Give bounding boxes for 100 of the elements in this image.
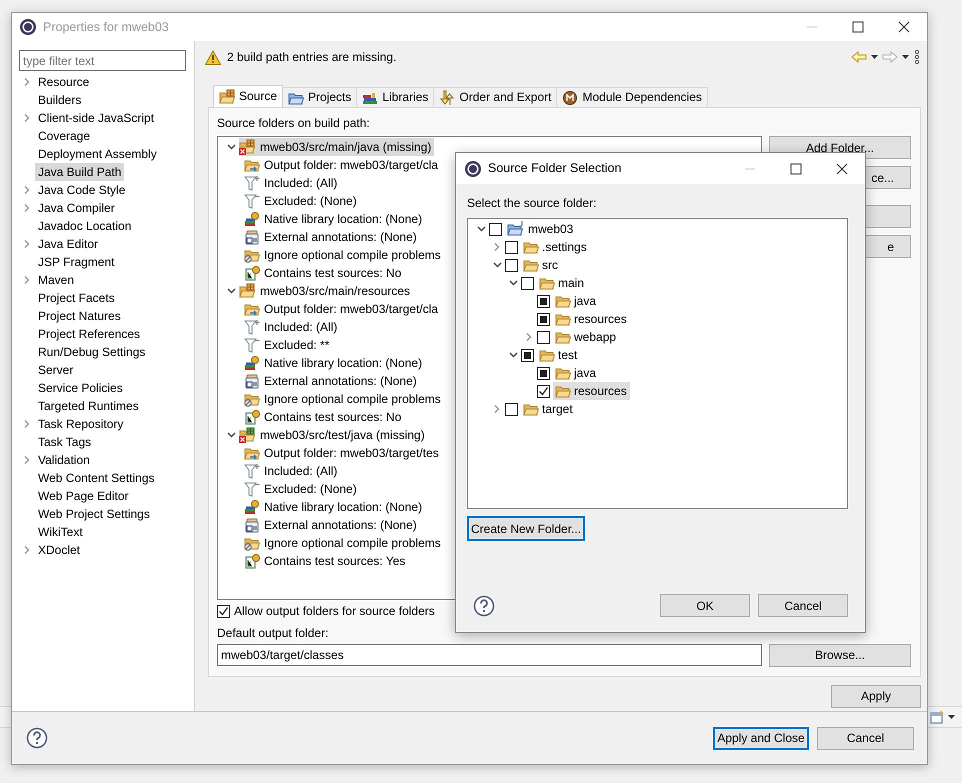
maximize-icon[interactable] bbox=[790, 162, 802, 174]
tree-item[interactable]: Native library location: (None) bbox=[244, 210, 426, 228]
close-icon[interactable] bbox=[898, 21, 910, 33]
tree-item[interactable]: target bbox=[521, 400, 576, 418]
tree-item[interactable]: mweb03/src/main/resources bbox=[239, 282, 414, 300]
tree-item[interactable]: External annotations: (None) bbox=[244, 516, 420, 534]
category-item[interactable]: Client-side JavaScript bbox=[35, 109, 158, 127]
checkbox[interactable] bbox=[489, 222, 502, 236]
category-item[interactable]: Java Compiler bbox=[35, 199, 118, 217]
category-item[interactable]: Javadoc Location bbox=[35, 217, 134, 235]
category-item[interactable]: Run/Debug Settings bbox=[35, 343, 148, 361]
tree-item[interactable]: java bbox=[553, 292, 600, 310]
category-item[interactable]: Web Page Editor bbox=[35, 487, 132, 505]
tab[interactable]: Order and Export bbox=[433, 87, 558, 107]
tree-item[interactable]: mweb03/src/test/java (missing) bbox=[239, 426, 428, 444]
tree-item[interactable]: Ignore optional compile problems bbox=[244, 246, 444, 264]
tree-item[interactable]: Included: (All) bbox=[244, 462, 340, 480]
maximize-icon[interactable] bbox=[852, 21, 864, 33]
category-item[interactable]: Web Content Settings bbox=[35, 469, 158, 487]
category-item[interactable]: Maven bbox=[35, 271, 78, 289]
checkbox[interactable] bbox=[537, 384, 550, 398]
tree-item[interactable]: .settings bbox=[521, 238, 590, 256]
category-item[interactable]: Server bbox=[35, 361, 76, 379]
annotation-jar-icon bbox=[244, 517, 260, 534]
tree-item[interactable]: webapp bbox=[553, 328, 620, 346]
tab[interactable]: Source bbox=[213, 85, 284, 107]
caret-icon[interactable] bbox=[871, 54, 878, 60]
tree-item[interactable]: Contains test sources: No bbox=[244, 408, 404, 426]
category-item[interactable]: Validation bbox=[35, 451, 93, 469]
checkbox[interactable] bbox=[537, 366, 550, 380]
tree-item[interactable]: Excluded: ** bbox=[244, 336, 332, 354]
tree-item[interactable]: Contains test sources: Yes bbox=[244, 552, 408, 570]
category-item[interactable]: Task Tags bbox=[35, 433, 94, 451]
tree-item[interactable]: mweb03 bbox=[505, 220, 576, 238]
tree-item[interactable]: Contains test sources: No bbox=[244, 264, 404, 282]
category-item[interactable]: Task Repository bbox=[35, 415, 126, 433]
category-item[interactable]: Targeted Runtimes bbox=[35, 397, 142, 415]
category-item[interactable]: JSP Fragment bbox=[35, 253, 118, 271]
category-item[interactable]: Java Code Style bbox=[35, 181, 128, 199]
ok-button[interactable]: OK bbox=[660, 594, 750, 618]
category-item[interactable]: Java Editor bbox=[35, 235, 102, 253]
tree-item[interactable]: External annotations: (None) bbox=[244, 228, 420, 246]
checkbox[interactable] bbox=[521, 276, 534, 290]
category-item[interactable]: Coverage bbox=[35, 127, 94, 145]
tree-item[interactable]: Output folder: mweb03/target/tes bbox=[244, 444, 442, 462]
tab[interactable]: Libraries bbox=[356, 87, 434, 107]
tree-item[interactable]: Native library location: (None) bbox=[244, 354, 426, 372]
tree-item[interactable]: Excluded: (None) bbox=[244, 480, 360, 498]
tree-item[interactable]: Output folder: mweb03/target/cla bbox=[244, 156, 442, 174]
tree-item[interactable]: Output folder: mweb03/target/cla bbox=[244, 300, 442, 318]
filter-field[interactable]: type filter text bbox=[19, 50, 186, 71]
category-item[interactable]: Java Build Path bbox=[35, 163, 124, 181]
checkbox[interactable] bbox=[505, 258, 518, 272]
tree-item[interactable]: src bbox=[521, 256, 561, 274]
checkbox[interactable] bbox=[537, 294, 550, 308]
category-item[interactable]: Deployment Assembly bbox=[35, 145, 160, 163]
tree-item[interactable]: External annotations: (None) bbox=[244, 372, 420, 390]
help-icon[interactable] bbox=[473, 594, 495, 617]
caret-icon[interactable] bbox=[948, 714, 955, 720]
category-item[interactable]: Project References bbox=[35, 325, 144, 343]
checkbox[interactable] bbox=[505, 402, 518, 416]
tree-item[interactable]: mweb03/src/main/java (missing) bbox=[239, 138, 434, 156]
cancel-button[interactable]: Cancel bbox=[758, 594, 848, 618]
category-item[interactable]: WikiText bbox=[35, 523, 86, 541]
tree-item[interactable]: Included: (All) bbox=[244, 318, 340, 336]
tree-item[interactable]: Ignore optional compile problems bbox=[244, 390, 444, 408]
category-item[interactable]: Project Facets bbox=[35, 289, 118, 307]
checkbox[interactable] bbox=[537, 330, 550, 344]
cancel-button[interactable]: Cancel bbox=[817, 726, 914, 750]
tree-item[interactable]: test bbox=[537, 346, 580, 364]
apply-and-close-button[interactable]: Apply and Close bbox=[713, 726, 809, 750]
checkbox[interactable] bbox=[217, 605, 230, 618]
tab[interactable]: Module Dependencies bbox=[556, 87, 708, 107]
tree-item[interactable]: resources bbox=[553, 382, 630, 400]
tree-item[interactable]: resources bbox=[553, 310, 630, 328]
new-file-icon[interactable] bbox=[930, 710, 944, 724]
create-folder-button[interactable]: Create New Folder... bbox=[467, 516, 585, 542]
browse-button[interactable]: Browse... bbox=[769, 644, 911, 668]
more-options-icon[interactable] bbox=[913, 49, 921, 65]
close-icon[interactable] bbox=[836, 162, 848, 174]
category-item[interactable]: Builders bbox=[35, 91, 84, 109]
category-item[interactable]: Service Policies bbox=[35, 379, 126, 397]
tree-item[interactable]: Native library location: (None) bbox=[244, 498, 426, 516]
apply-button[interactable]: Apply bbox=[831, 685, 921, 708]
checkbox[interactable] bbox=[521, 348, 534, 362]
category-item[interactable]: Project Natures bbox=[35, 307, 124, 325]
tab[interactable]: Projects bbox=[282, 87, 358, 107]
category-item[interactable]: Resource bbox=[35, 73, 92, 91]
tree-item[interactable]: java bbox=[553, 364, 600, 382]
checkbox[interactable] bbox=[505, 240, 518, 254]
tree-item[interactable]: Included: (All) bbox=[244, 174, 340, 192]
tree-item[interactable]: Ignore optional compile problems bbox=[244, 534, 444, 552]
tree-item[interactable]: main bbox=[537, 274, 588, 292]
caret-icon[interactable] bbox=[902, 54, 909, 60]
category-item[interactable]: XDoclet bbox=[35, 541, 84, 559]
category-item[interactable]: Web Project Settings bbox=[35, 505, 153, 523]
checkbox[interactable] bbox=[537, 312, 550, 326]
tree-item[interactable]: Excluded: (None) bbox=[244, 192, 360, 210]
output-folder-field[interactable]: mweb03/target/classes bbox=[217, 644, 762, 666]
help-icon[interactable] bbox=[26, 727, 48, 749]
